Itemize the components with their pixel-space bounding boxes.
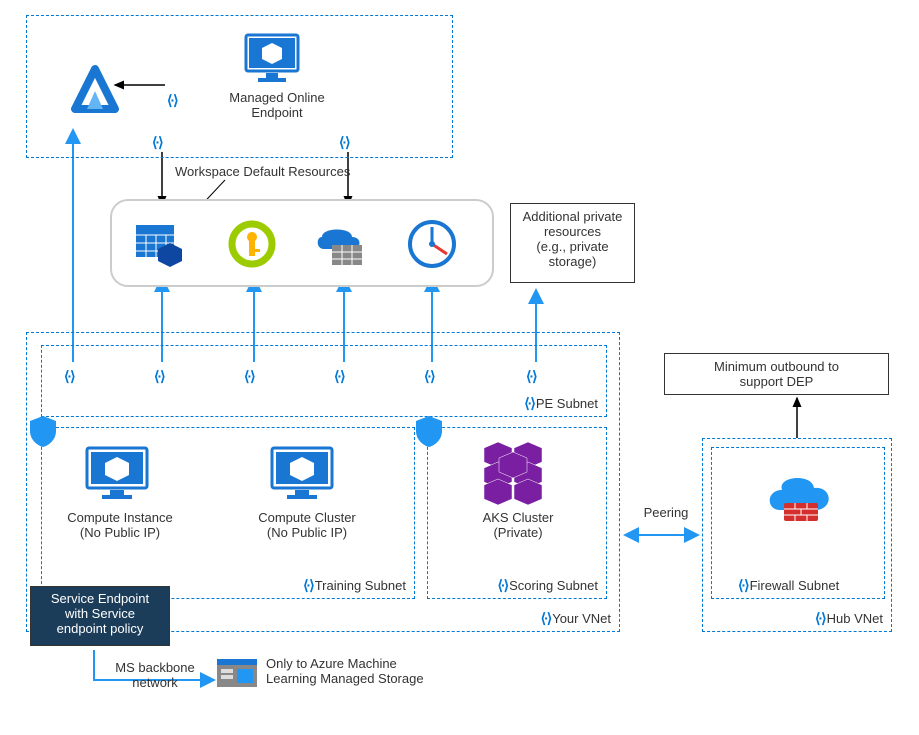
- compute-instance-label: Compute Instance(No Public IP): [50, 510, 190, 540]
- scoring-subnet-box: AKS Cluster(Private) Scoring Subnet: [427, 427, 607, 599]
- scoring-subnet-label: Scoring Subnet: [498, 577, 599, 594]
- pe-marker-icon: [154, 368, 166, 385]
- service-endpoint-box: Service Endpointwith Serviceendpoint pol…: [30, 586, 170, 646]
- aks-label: AKS Cluster(Private): [453, 510, 583, 540]
- training-subnet-box: Compute Instance(No Public IP) Compute C…: [41, 427, 415, 599]
- ms-backbone-label: MS backbonenetwork: [105, 660, 205, 690]
- wdr-container: [110, 199, 494, 287]
- managed-online-endpoint-box: Managed OnlineEndpoint: [26, 15, 453, 158]
- pe-marker-icon: [526, 368, 538, 385]
- pe-subnet-box: PE Subnet: [41, 345, 607, 417]
- pe-marker-icon: [167, 92, 179, 109]
- pe-marker-icon: [244, 368, 256, 385]
- training-subnet-label: Training Subnet: [303, 577, 406, 594]
- your-vnet-label: Your VNet: [541, 610, 611, 627]
- firewall-subnet-label: Firewall Subnet: [738, 577, 839, 594]
- hub-vnet-box: Firewall Subnet Hub VNet: [702, 438, 892, 632]
- pe-marker-icon: [152, 134, 164, 151]
- pe-subnet-label: PE Subnet: [524, 395, 598, 412]
- firewall-subnet-box: Firewall Subnet: [711, 447, 885, 599]
- min-outbound-box: Minimum outbound tosupport DEP: [664, 353, 889, 395]
- moe-title: Managed OnlineEndpoint: [212, 90, 342, 120]
- pe-marker-icon: [64, 368, 76, 385]
- peering-label: Peering: [636, 505, 696, 520]
- hub-vnet-label: Hub VNet: [815, 610, 883, 627]
- compute-cluster-label: Compute Cluster(No Public IP): [237, 510, 377, 540]
- only-to-label: Only to Azure MachineLearning Managed St…: [266, 656, 441, 686]
- pe-marker-icon: [424, 368, 436, 385]
- pe-marker-icon: [339, 134, 351, 151]
- pe-marker-icon: [334, 368, 346, 385]
- additional-resources-box: Additional privateresources(e.g., privat…: [510, 203, 635, 283]
- wdr-label: Workspace Default Resources: [175, 164, 355, 179]
